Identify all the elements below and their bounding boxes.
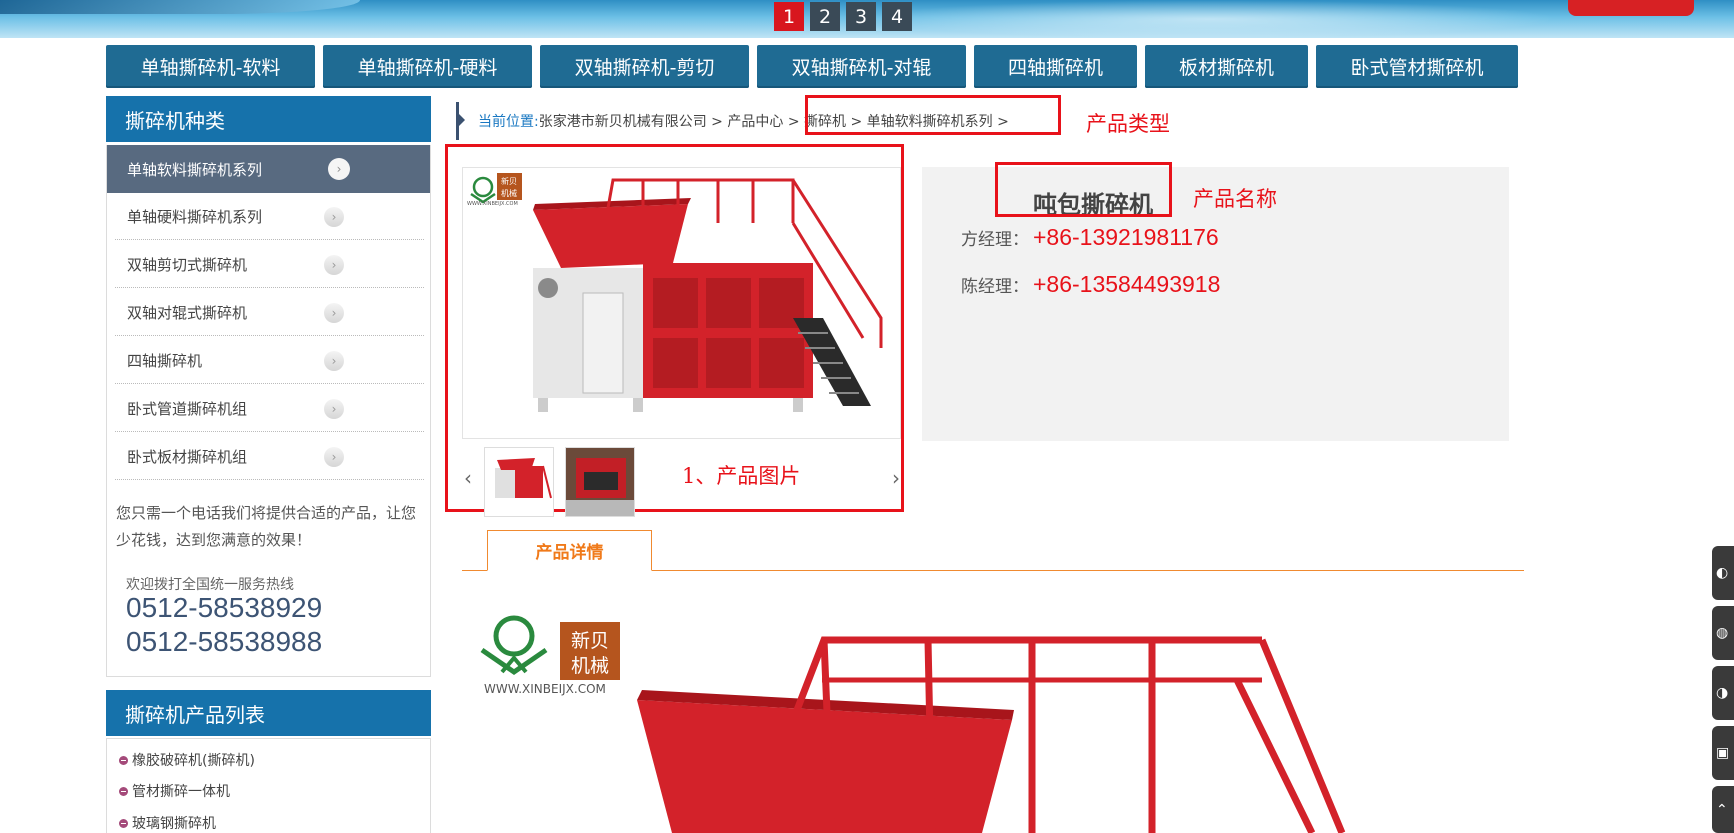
sidebar-item-label: 卧式管道撕碎机组	[127, 399, 248, 418]
sidebar-item-four-shaft[interactable]: 四轴撕碎机 ›	[115, 337, 424, 384]
float-wechat-button[interactable]: ◑	[1712, 666, 1734, 720]
wechat-icon: ◑	[1716, 685, 1729, 701]
bullet-icon	[119, 818, 128, 828]
banner-page-1[interactable]: 1	[774, 2, 804, 31]
nav-double-shaft-shear[interactable]: 双轴撕碎机-剪切	[540, 45, 749, 88]
qrcode-icon: ▣	[1716, 745, 1730, 761]
banner-pager: 1 2 3 4	[774, 2, 912, 31]
banner-page-2[interactable]: 2	[810, 2, 840, 31]
float-qrcode-button[interactable]: ▣	[1712, 726, 1734, 780]
banner-red-button[interactable]	[1568, 0, 1694, 16]
sidebar-item-single-hard[interactable]: 单轴硬料撕碎机系列 ›	[115, 193, 424, 240]
banner-page-3[interactable]: 3	[846, 2, 876, 31]
gallery-prev-icon[interactable]: ‹	[464, 466, 472, 490]
nav-horizontal-pipe[interactable]: 卧式管材撕碎机	[1316, 45, 1518, 88]
manager-phone[interactable]: +86-13921981176	[1033, 224, 1219, 251]
sidebar-item-label: 四轴撕碎机	[127, 351, 203, 370]
gallery-thumbnail-2[interactable]	[565, 447, 635, 517]
sidebar-item-label: 单轴硬料撕碎机系列	[127, 207, 263, 226]
manager-label: 陈经理：	[961, 277, 1029, 297]
hotline-number-1: 0512-58538929	[126, 592, 323, 623]
thumbnail-machine-icon	[495, 458, 552, 499]
nav-board-shredder[interactable]: 板材撕碎机	[1145, 45, 1308, 88]
annotation-box-name	[995, 162, 1172, 217]
banner-page-4[interactable]: 4	[882, 2, 912, 31]
gallery-next-icon[interactable]: ›	[892, 466, 900, 490]
product-list-item[interactable]: 玻璃钢撕碎机	[119, 813, 216, 833]
arrow-up-icon: ⌃	[1716, 801, 1728, 818]
breadcrumb-sep: >	[787, 114, 800, 130]
chevron-right-icon: ›	[324, 399, 344, 419]
bullet-icon	[119, 786, 128, 796]
sidebar-item-label: 双轴对辊式撕碎机	[127, 303, 248, 322]
sidebar-item-horizontal-board[interactable]: 卧式板材撕碎机组 ›	[115, 433, 424, 480]
annotation-label-type: 产品类型	[1086, 112, 1170, 136]
sidebar-item-double-roller[interactable]: 双轴对辊式撕碎机 ›	[115, 289, 424, 336]
product-list-item-label: 管材撕碎一体机	[132, 784, 230, 800]
sidebar-item-label: 单轴软料撕碎机系列	[127, 160, 263, 179]
product-detail-image: 新贝 机械 WWW.XINBEIJX.COM	[462, 600, 1524, 833]
manager-label: 方经理：	[961, 230, 1029, 250]
breadcrumb-sep: >	[711, 114, 723, 130]
chevron-right-icon: ›	[324, 447, 344, 467]
annotation-box-type	[805, 95, 1061, 135]
chevron-right-icon: ›	[324, 207, 344, 227]
hotline-number-2: 0512-58538988	[126, 626, 323, 657]
breadcrumb-company[interactable]: 张家港市新贝机械有限公司	[539, 114, 707, 130]
sidebar-item-label: 双轴剪切式撕碎机	[127, 255, 248, 274]
thumbnail-machine-icon	[566, 448, 634, 516]
nav-four-shaft[interactable]: 四轴撕碎机	[974, 45, 1137, 88]
product-list-title: 撕碎机产品列表	[106, 690, 431, 736]
manager-contact-2: 陈经理： +86-13584493918	[961, 271, 1220, 298]
nav-single-shaft-hard[interactable]: 单轴撕碎机-硬料	[323, 45, 532, 88]
product-list-item-label: 橡胶破碎机(撕碎机)	[132, 753, 255, 769]
product-list-item[interactable]: 管材撕碎一体机	[119, 781, 230, 801]
brand-logo-url: WWW.XINBEIJX.COM	[484, 682, 606, 696]
brand-logo-text-2: 机械	[571, 655, 609, 677]
page: 1 2 3 4 单轴撕碎机-软料 单轴撕碎机-硬料 双轴撕碎机-剪切 双轴撕碎机…	[0, 0, 1734, 833]
sidebar-note: 您只需一个电话我们将提供合适的产品，让您少花钱，达到您满意的效果！	[116, 504, 417, 549]
chevron-right-icon: ›	[324, 303, 344, 323]
banner-wave-decoration	[0, 0, 360, 14]
sidebar-item-horizontal-pipe[interactable]: 卧式管道撕碎机组 ›	[115, 385, 424, 432]
float-service-button[interactable]: ◐	[1712, 546, 1734, 600]
banner-sheen-decoration	[860, 0, 1560, 38]
detail-machine-illustration: 新贝 机械 WWW.XINBEIJX.COM	[480, 615, 1346, 833]
headset-icon: ◐	[1716, 565, 1729, 581]
float-top-button[interactable]: ⌃	[1712, 786, 1734, 833]
product-list-item[interactable]: 橡胶破碎机(撕碎机)	[119, 750, 255, 770]
product-list-item-label: 玻璃钢撕碎机	[132, 816, 216, 832]
hotline-label: 欢迎拨打全国统一服务热线	[126, 577, 294, 593]
chevron-right-icon: ›	[324, 255, 344, 275]
gallery-thumbnail-1[interactable]	[484, 447, 554, 517]
annotation-label-image: 1、产品图片	[682, 464, 801, 488]
float-location-button[interactable]: ◍	[1712, 606, 1734, 660]
sidebar-title: 撕碎机种类	[106, 96, 431, 142]
breadcrumb-marker-arrow	[459, 114, 465, 126]
chevron-right-icon: ›	[324, 351, 344, 371]
location-icon: ◍	[1716, 625, 1729, 641]
sidebar-item-label: 卧式板材撕碎机组	[127, 447, 248, 466]
bullet-icon	[119, 755, 128, 765]
top-banner: 1 2 3 4	[0, 0, 1734, 38]
brand-logo-text-1: 新贝	[571, 630, 609, 652]
brand-logo: 新贝 机械 WWW.XINBEIJX.COM	[480, 615, 620, 696]
breadcrumb-center[interactable]: 产品中心	[727, 114, 783, 130]
sidebar-item-double-shear[interactable]: 双轴剪切式撕碎机 ›	[115, 241, 424, 288]
nav-double-shaft-roller[interactable]: 双轴撕碎机-对辊	[757, 45, 966, 88]
manager-phone[interactable]: +86-13584493918	[1033, 271, 1220, 298]
annotation-label-name: 产品名称	[1193, 187, 1277, 211]
tab-product-detail[interactable]: 产品详情	[487, 530, 652, 571]
nav-single-shaft-soft[interactable]: 单轴撕碎机-软料	[106, 45, 315, 88]
chevron-right-icon: ›	[328, 158, 350, 180]
manager-contact-1: 方经理： +86-13921981176	[961, 224, 1219, 251]
breadcrumb-here-label: 当前位置:	[478, 114, 539, 130]
sidebar-item-single-soft[interactable]: 单轴软料撕碎机系列 ›	[107, 145, 430, 193]
